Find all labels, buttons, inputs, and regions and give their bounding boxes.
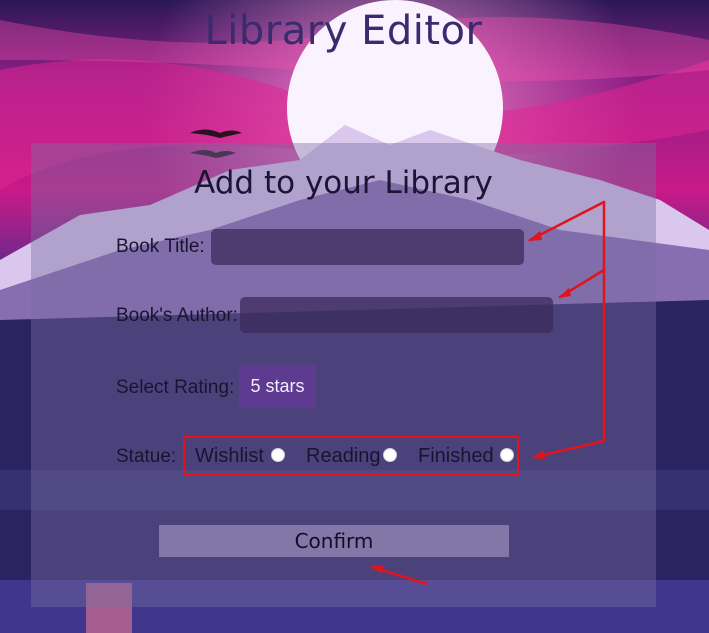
author-label: Book's Author: xyxy=(116,305,238,326)
form-title: Add to your Library xyxy=(194,165,493,201)
status-radio-reading[interactable] xyxy=(383,448,397,462)
rating-label: Select Rating: xyxy=(116,377,235,398)
rating-selected-value: 5 stars xyxy=(250,376,305,396)
status-label: Statue: xyxy=(116,446,177,467)
status-option-label-finished: Finished xyxy=(418,445,494,467)
confirm-button[interactable]: Confirm xyxy=(159,525,509,557)
book-title-label: Book Title: xyxy=(116,236,205,257)
status-radio-finished[interactable] xyxy=(500,448,514,462)
author-input[interactable] xyxy=(240,297,553,333)
app-title: Library Editor xyxy=(204,8,483,54)
status-radio-wishlist[interactable] xyxy=(271,448,285,462)
status-option-label-wishlist: Wishlist xyxy=(195,445,264,467)
book-title-input[interactable] xyxy=(211,229,524,265)
rating-select[interactable]: 5 stars xyxy=(239,365,316,408)
confirm-button-label: Confirm xyxy=(294,529,374,553)
status-option-label-reading: Reading xyxy=(306,445,381,467)
